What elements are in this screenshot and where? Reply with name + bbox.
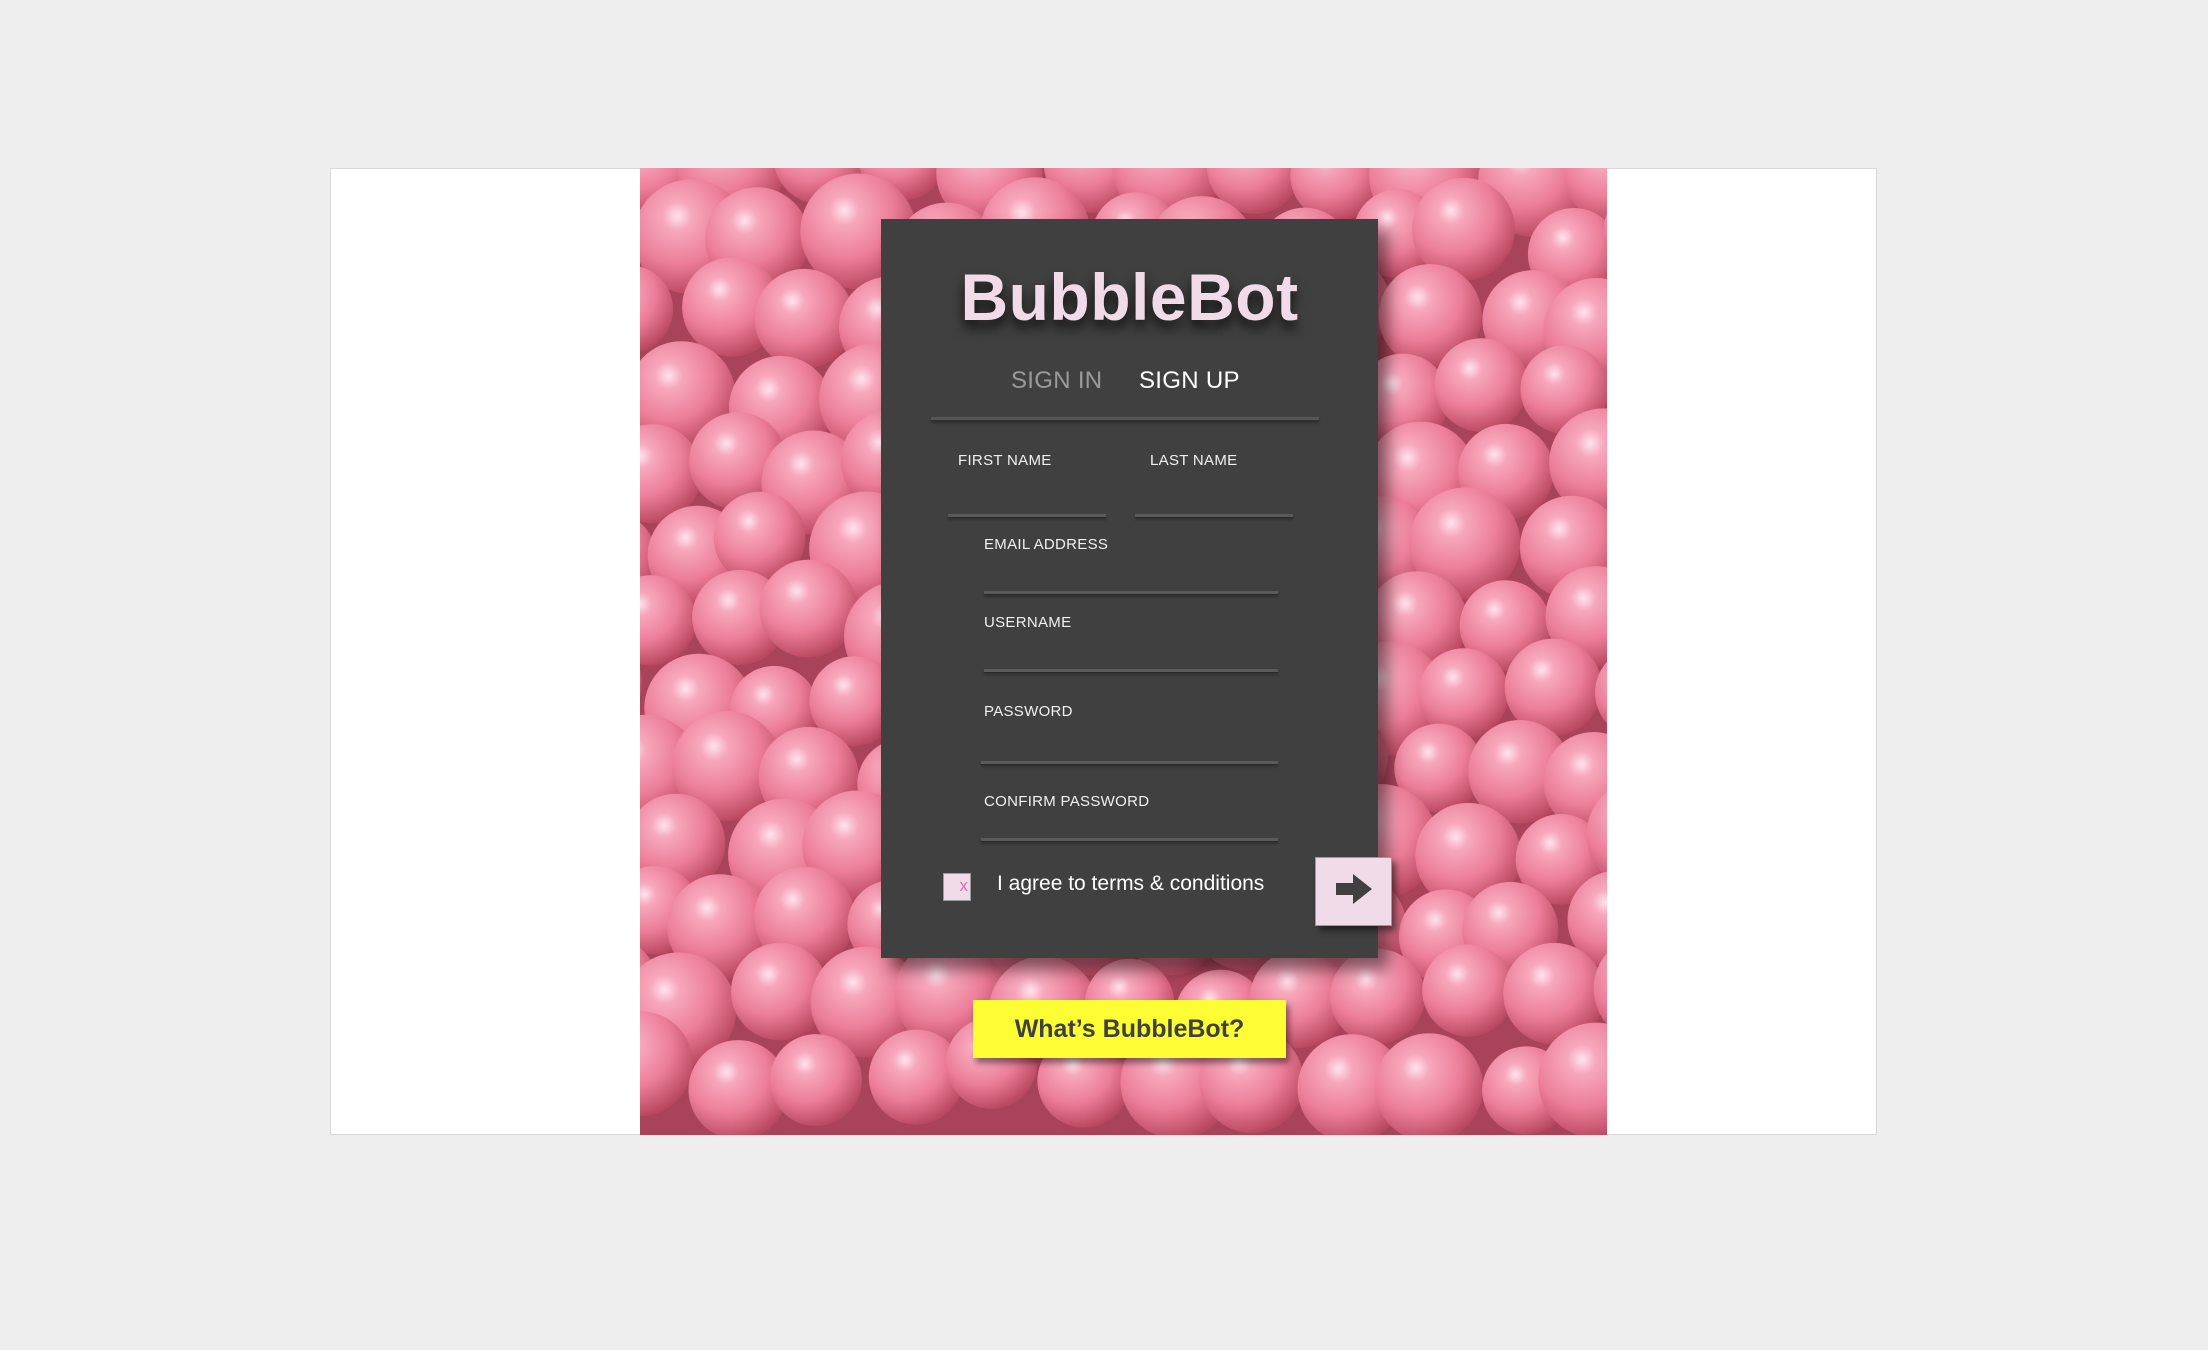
tab-sign-up[interactable]: SIGN UP <box>1139 367 1240 395</box>
terms-checkbox[interactable]: x <box>943 873 971 901</box>
username-label: USERNAME <box>984 614 1072 631</box>
first-name-input[interactable] <box>948 481 1106 507</box>
terms-label: I agree to terms & conditions <box>997 872 1265 895</box>
username-input[interactable] <box>984 640 1278 666</box>
tabs-divider <box>931 417 1319 421</box>
arrow-right-icon <box>1335 874 1372 909</box>
email-input[interactable] <box>984 562 1278 588</box>
password-label: PASSWORD <box>984 703 1073 720</box>
confirm-password-label: CONFIRM PASSWORD <box>984 793 1150 810</box>
tab-sign-in[interactable]: SIGN IN <box>1011 367 1102 395</box>
submit-button[interactable] <box>1315 857 1392 926</box>
email-label: EMAIL ADDRESS <box>984 536 1109 553</box>
confirm-password-underline <box>981 838 1278 842</box>
gumball <box>1422 944 1515 1037</box>
gumball <box>1434 338 1529 432</box>
whats-bubblebot-button[interactable]: What’s BubbleBot? <box>973 1000 1286 1058</box>
last-name-input[interactable] <box>1135 481 1293 507</box>
gumball <box>770 1034 862 1127</box>
password-input[interactable] <box>981 731 1278 757</box>
signup-panel: BubbleBot SIGN IN SIGN UP FIRST NAME LAS… <box>881 219 1378 958</box>
gumball <box>1330 948 1425 1044</box>
first-name-label: FIRST NAME <box>958 452 1052 469</box>
last-name-label: LAST NAME <box>1150 452 1238 469</box>
confirm-password-input[interactable] <box>981 811 1278 835</box>
last-name-underline <box>1135 514 1293 518</box>
username-underline <box>984 669 1278 673</box>
check-x-mark: x <box>959 876 969 895</box>
app-logo: BubbleBot <box>960 260 1299 334</box>
password-underline <box>981 761 1278 765</box>
email-underline <box>984 591 1278 595</box>
gumball <box>759 559 858 658</box>
gumball <box>754 268 855 369</box>
first-name-underline <box>948 514 1106 518</box>
